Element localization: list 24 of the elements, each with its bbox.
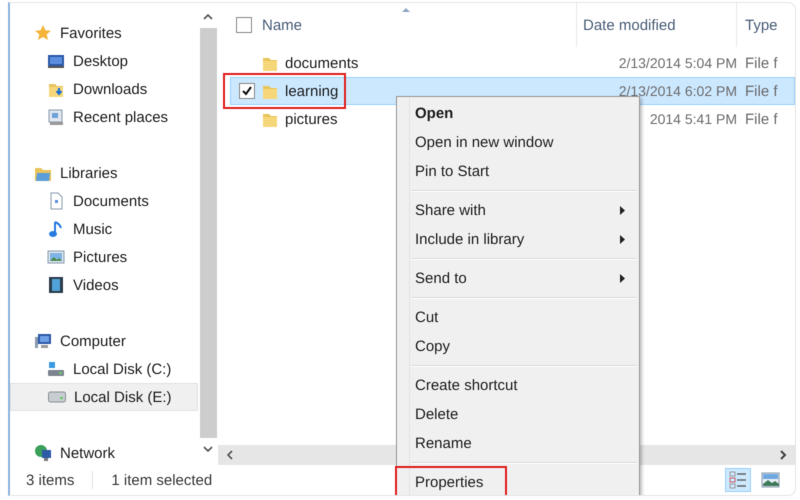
nav-label: Recent places xyxy=(73,108,168,126)
nav-label: Videos xyxy=(73,276,119,294)
nav-label: Local Disk (E:) xyxy=(74,388,172,406)
nav-label: Local Disk (C:) xyxy=(73,360,172,378)
nav-label: Computer xyxy=(60,332,126,350)
nav-label: Desktop xyxy=(73,52,128,70)
nav-label: Libraries xyxy=(60,164,118,182)
type-cell-text: File f xyxy=(744,54,778,72)
nav-label: Favorites xyxy=(60,24,122,42)
date-cell-text: 2014 5:41 PM xyxy=(648,111,737,127)
file-name: learning xyxy=(285,82,338,100)
type-cell-text: File f xyxy=(744,110,778,128)
nav-label: Network xyxy=(60,444,116,462)
file-name: documents xyxy=(285,54,358,72)
type-cell-text: File f xyxy=(744,82,778,100)
date-cell-text: 2/13/2014 6:02 PM xyxy=(618,83,737,99)
selection-count: 1 item selected xyxy=(111,472,212,488)
item-count: 3 items xyxy=(26,472,74,488)
nav-label: Documents xyxy=(73,192,149,210)
nav-label: Downloads xyxy=(73,80,148,98)
date-cell-text: 2/13/2014 5:04 PM xyxy=(618,55,737,71)
nav-label: Music xyxy=(73,220,112,238)
file-name: pictures xyxy=(285,110,338,128)
nav-label: Pictures xyxy=(73,248,128,266)
